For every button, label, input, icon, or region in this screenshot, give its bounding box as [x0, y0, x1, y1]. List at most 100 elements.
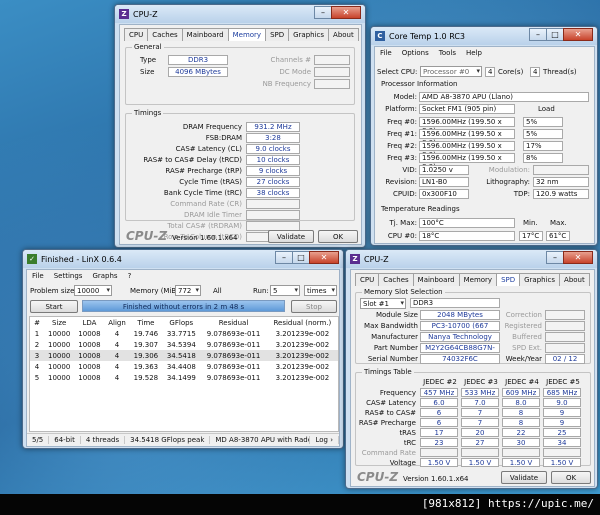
ok-button[interactable]: OK: [551, 471, 591, 484]
maximize-button[interactable]: □: [292, 251, 310, 264]
problem-size-dropdown[interactable]: 10000: [74, 285, 112, 296]
close-button[interactable]: ✕: [309, 251, 339, 264]
tab-spd[interactable]: SPD: [265, 28, 290, 41]
max-bandwidth-label: Max Bandwidth: [364, 322, 418, 330]
timing-label: RAS# Precharge (tRP): [165, 167, 242, 175]
coretemp-window: C Core Temp 1.0 RC3 – □ ✕ File Options T…: [370, 26, 598, 246]
slot-type-value: DDR3: [410, 298, 500, 308]
menu-help[interactable]: Help: [461, 47, 487, 59]
menu-settings[interactable]: Settings: [49, 270, 88, 282]
close-button[interactable]: ✕: [563, 28, 593, 41]
ok-button[interactable]: OK: [318, 230, 358, 243]
col-header-residual-norm[interactable]: Residual (norm.): [267, 317, 338, 328]
menu-file[interactable]: File: [27, 270, 49, 282]
col-header-align[interactable]: Align: [105, 317, 130, 328]
run-unit-dropdown[interactable]: times: [304, 285, 337, 296]
validate-button[interactable]: Validate: [501, 471, 547, 484]
col-header-residual[interactable]: Residual: [200, 317, 266, 328]
slot-dropdown[interactable]: Slot #1: [360, 298, 406, 309]
stop-button[interactable]: Stop: [291, 300, 337, 313]
correction-value: [545, 310, 585, 320]
revision-label: Revision:: [385, 178, 417, 186]
table-cell: 4: [114, 362, 120, 371]
menu-help[interactable]: ?: [123, 270, 137, 282]
start-button[interactable]: Start: [30, 300, 78, 313]
tab-spd[interactable]: SPD: [496, 273, 521, 286]
minimize-button[interactable]: –: [314, 6, 332, 19]
tab-about[interactable]: About: [328, 28, 359, 41]
col-header-time[interactable]: Time: [129, 317, 162, 328]
tab-cpu[interactable]: CPU: [355, 273, 380, 286]
maximize-button[interactable]: □: [546, 28, 564, 41]
table-cell: 33.7715: [166, 329, 196, 338]
version-text: Version 1.60.1.x64: [172, 234, 238, 242]
timing-cell: 6.0: [420, 398, 458, 407]
minimize-button[interactable]: –: [529, 28, 547, 41]
table-row[interactable]: 2 10000 10008 4 19.307 34.5394 9.078693e-011 3.…: [30, 339, 338, 350]
memory-dropdown[interactable]: 772: [175, 285, 201, 296]
col-header-lda[interactable]: LDA: [74, 317, 104, 328]
tab-memory[interactable]: Memory: [458, 273, 498, 286]
threads-label: Thread(s): [543, 68, 577, 76]
cpuz-app-icon: Z: [119, 9, 129, 19]
window-title: Finished - LinX 0.6.4: [41, 254, 122, 264]
timing-value: 9 clocks: [246, 166, 300, 176]
tab-caches[interactable]: Caches: [378, 273, 414, 286]
minimize-button[interactable]: –: [546, 251, 564, 264]
tab-graphics[interactable]: Graphics: [288, 28, 330, 41]
problem-size-label: Problem size:: [30, 287, 77, 295]
tab-cpu[interactable]: CPU: [124, 28, 149, 41]
tab-mainboard[interactable]: Mainboard: [181, 28, 229, 41]
timing-cell: 30: [502, 438, 540, 447]
log-button[interactable]: Log ›: [310, 436, 339, 444]
timing-row-label: tRAS: [399, 429, 416, 437]
col-header-gflops[interactable]: GFlops: [162, 317, 200, 328]
timings-table-group: Timings Table JEDEC #2 JEDEC #3 JEDEC #4 JE…: [355, 368, 591, 467]
modulation-value: [533, 165, 589, 175]
coretemp-titlebar[interactable]: C Core Temp 1.0 RC3 – □ ✕: [371, 27, 597, 45]
tab-graphics[interactable]: Graphics: [519, 273, 561, 286]
menu-file[interactable]: File: [375, 47, 397, 59]
table-row[interactable]: 3 10000 10008 4 19.306 34.5418 9.078693e-011 3.…: [30, 350, 338, 361]
cpuz-spd-titlebar[interactable]: Z CPU-Z – ✕: [346, 250, 597, 268]
menu-options[interactable]: Options: [397, 47, 434, 59]
cpuz-logo: CPU-Z: [357, 470, 399, 484]
menu-tools[interactable]: Tools: [434, 47, 461, 59]
timing-cell: 1.50 V: [420, 458, 458, 467]
select-cpu-dropdown[interactable]: Processor #0: [420, 66, 482, 77]
status-cpu-name: MD A8-3870 APU with Radeon™ HD Graphic: [210, 436, 311, 444]
linx-titlebar[interactable]: ✓ Finished - LinX 0.6.4 – □ ✕: [23, 250, 343, 268]
cpu0-temp-value: 18°C: [419, 231, 515, 241]
modulation-label: Modulation:: [488, 166, 530, 174]
linx-menubar: File Settings Graphs ?: [27, 270, 339, 282]
timing-cell: 7: [461, 418, 499, 427]
timing-row-label: tRC: [403, 439, 416, 447]
col-header-size[interactable]: Size: [44, 317, 74, 328]
close-button[interactable]: ✕: [331, 6, 361, 19]
tab-about[interactable]: About: [559, 273, 590, 286]
revision-value: LN1-B0: [419, 177, 469, 187]
table-cell: 10008: [78, 340, 101, 349]
col-header-index[interactable]: #: [30, 317, 44, 328]
validate-button[interactable]: Validate: [268, 230, 314, 243]
table-row[interactable]: 5 10000 10008 4 19.528 34.1499 9.078693e-011 3.…: [30, 372, 338, 383]
close-button[interactable]: ✕: [563, 251, 593, 264]
cpuz-memory-titlebar[interactable]: Z CPU-Z – ✕: [115, 5, 365, 23]
min-label: Min.: [523, 219, 538, 227]
cpu0-temp-min: 17°C: [519, 231, 543, 241]
menu-graphs[interactable]: Graphs: [87, 270, 122, 282]
tjmax-label: Tj. Max:: [389, 219, 417, 227]
table-cell: 10008: [78, 362, 101, 371]
table-cell: 19.528: [133, 373, 159, 382]
timing-label-disabled: Command Rate (CR): [170, 200, 242, 208]
table-row[interactable]: 4 10000 10008 4 19.363 34.4408 9.078693e-011 3.…: [30, 361, 338, 372]
memory-slot-group: Memory Slot Selection Slot #1 DDR3 Modul…: [355, 288, 591, 364]
table-cell: 19.363: [133, 362, 159, 371]
table-row[interactable]: 1 10000 10008 4 19.746 33.7715 9.078693e-011 3.…: [30, 328, 338, 339]
timing-value-disabled: [246, 210, 300, 220]
tab-caches[interactable]: Caches: [147, 28, 183, 41]
minimize-button[interactable]: –: [275, 251, 293, 264]
tab-mainboard[interactable]: Mainboard: [412, 273, 460, 286]
tab-memory[interactable]: Memory: [227, 28, 267, 41]
run-count-input[interactable]: 5: [270, 285, 300, 296]
